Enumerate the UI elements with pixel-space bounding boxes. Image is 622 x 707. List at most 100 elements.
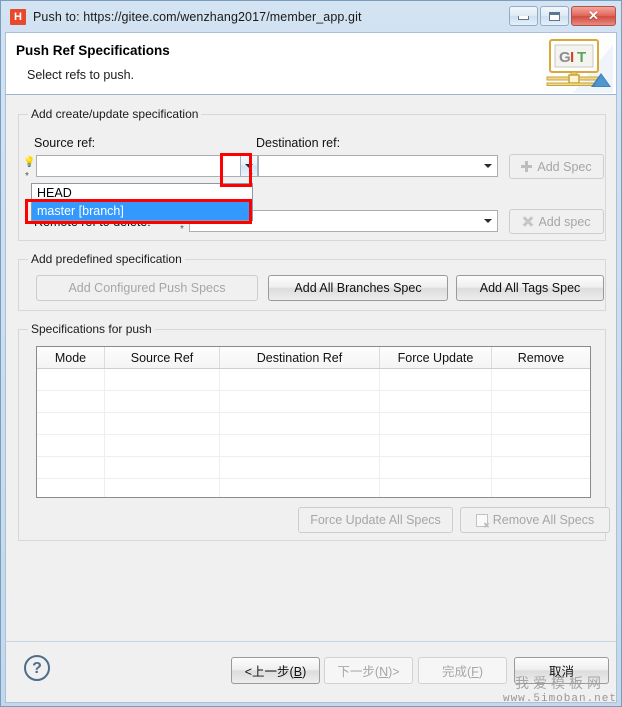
table-cell	[492, 479, 590, 497]
add-configured-push-specs-label: Add Configured Push Specs	[68, 281, 226, 295]
table-cell	[37, 391, 105, 412]
table-cell	[492, 391, 590, 412]
table-column-header[interactable]: Source Ref	[105, 347, 220, 368]
table-cell	[380, 479, 492, 497]
source-ref-dropdown-list[interactable]: HEAD master [branch]	[31, 183, 253, 221]
table-cell	[380, 413, 492, 434]
x-icon	[522, 216, 533, 227]
window-title: Push to: https://gitee.com/wenzhang2017/…	[33, 10, 362, 24]
finish-button[interactable]: 完成(F)	[418, 657, 507, 684]
chevron-down-icon	[484, 164, 492, 168]
table-cell	[105, 391, 220, 412]
table-row[interactable]	[37, 413, 590, 435]
table-cell	[220, 391, 380, 412]
table-cell	[37, 479, 105, 497]
dropdown-item[interactable]: HEAD	[32, 184, 252, 202]
table-cell	[105, 435, 220, 456]
table-cell	[380, 457, 492, 478]
add-all-branches-spec-button[interactable]: Add All Branches Spec	[268, 275, 448, 301]
table-column-header[interactable]: Remove	[492, 347, 590, 368]
force-update-all-specs-label: Force Update All Specs	[310, 513, 441, 527]
back-button-label: <上一步(B)	[244, 665, 307, 679]
table-cell	[492, 369, 590, 390]
app-h-icon: H	[10, 9, 26, 25]
help-icon[interactable]: ?	[24, 655, 50, 681]
next-button[interactable]: 下一步(N)>	[324, 657, 413, 684]
window-controls: ✕	[509, 6, 616, 26]
add-all-branches-spec-label: Add All Branches Spec	[294, 281, 422, 295]
page-title: Push Ref Specifications	[16, 43, 170, 58]
table-column-header[interactable]: Destination Ref	[220, 347, 380, 368]
dialog-window: H Push to: https://gitee.com/wenzhang201…	[0, 0, 622, 707]
table-cell	[37, 369, 105, 390]
back-button[interactable]: <上一步(B)	[231, 657, 320, 684]
specifications-group: Specifications for push Mode Source Ref De…	[18, 322, 610, 541]
table-cell	[105, 413, 220, 434]
force-update-all-specs-button[interactable]: Force Update All Specs	[298, 507, 453, 533]
source-ref-combo[interactable]	[36, 155, 258, 177]
svg-text:T: T	[577, 49, 586, 66]
table-header-row: Mode Source Ref Destination Ref Force Updat…	[37, 347, 590, 369]
table-cell	[37, 457, 105, 478]
add-delete-spec-button[interactable]: Add spec	[509, 209, 604, 234]
table-cell	[37, 413, 105, 434]
table-cell	[492, 457, 590, 478]
dialog-footer: ? <上一步(B) 下一步(N)> 完成(F) 取消	[5, 641, 617, 703]
chevron-down-icon	[484, 219, 492, 223]
destination-ref-required-icon: *	[249, 171, 253, 182]
table-cell	[492, 413, 590, 434]
table-cell	[220, 479, 380, 497]
table-cell	[492, 435, 590, 456]
destination-ref-label: Destination ref:	[256, 136, 341, 150]
table-row[interactable]	[37, 391, 590, 413]
table-cell	[220, 413, 380, 434]
create-update-group-label: Add create/update specification	[28, 107, 202, 121]
add-configured-push-specs-button[interactable]: Add Configured Push Specs	[36, 275, 258, 301]
table-cell	[105, 479, 220, 497]
table-cell	[105, 369, 220, 390]
svg-text:I: I	[570, 49, 574, 66]
table-row[interactable]	[37, 369, 590, 391]
finish-button-label: 完成(F)	[442, 665, 483, 679]
predefined-group: Add predefined specification Add Configu…	[18, 252, 606, 311]
minimize-button[interactable]	[509, 6, 538, 26]
minimize-icon	[518, 16, 529, 20]
table-cell	[380, 391, 492, 412]
page-subtitle: Select refs to push.	[27, 68, 135, 82]
source-ref-required-icon: *	[25, 171, 29, 182]
specifications-group-label: Specifications for push	[28, 322, 155, 336]
chevron-down-icon	[245, 164, 253, 168]
table-row[interactable]	[37, 435, 590, 457]
maximize-icon	[549, 11, 560, 21]
maximize-button[interactable]	[540, 6, 569, 26]
add-spec-button[interactable]: Add Spec	[509, 154, 604, 179]
remove-all-specs-label: Remove All Specs	[492, 513, 595, 527]
wizard-header: Push Ref Specifications Select refs to p…	[5, 32, 617, 95]
cancel-button-label: 取消	[548, 665, 574, 679]
cancel-button[interactable]: 取消	[514, 657, 609, 684]
add-spec-label: Add Spec	[537, 159, 592, 174]
close-button[interactable]: ✕	[571, 6, 616, 26]
git-banner-icon: G I T	[543, 35, 613, 93]
add-delete-spec-label: Add spec	[538, 214, 591, 229]
table-cell	[380, 435, 492, 456]
dialog-body: Add create/update specification Source r…	[5, 95, 617, 641]
add-all-tags-spec-label: Add All Tags Spec	[479, 281, 581, 295]
remove-all-specs-button[interactable]: Remove All Specs	[460, 507, 610, 533]
specifications-table[interactable]: Mode Source Ref Destination Ref Force Updat…	[36, 346, 591, 498]
remove-document-icon	[475, 513, 490, 530]
add-all-tags-spec-button[interactable]: Add All Tags Spec	[456, 275, 604, 301]
plus-icon	[521, 161, 533, 172]
table-row[interactable]	[37, 479, 590, 497]
next-button-label: 下一步(N)>	[337, 665, 400, 679]
table-row[interactable]	[37, 457, 590, 479]
dropdown-item[interactable]: master [branch]	[32, 202, 252, 220]
destination-ref-combo[interactable]	[258, 155, 498, 177]
table-body[interactable]	[37, 369, 590, 497]
source-ref-hint-icon: 💡	[23, 157, 36, 168]
table-column-header[interactable]: Mode	[37, 347, 105, 368]
table-column-header[interactable]: Force Update	[380, 347, 492, 368]
table-cell	[380, 369, 492, 390]
source-ref-label: Source ref:	[34, 136, 96, 150]
table-cell	[37, 435, 105, 456]
